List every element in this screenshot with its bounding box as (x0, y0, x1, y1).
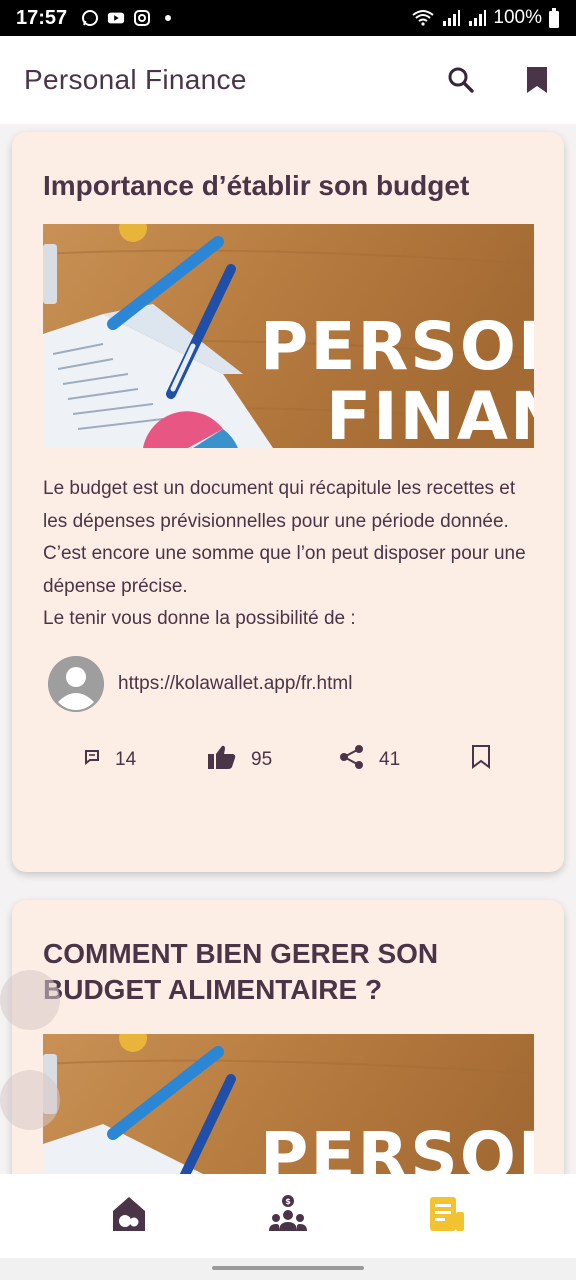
like-button[interactable]: 95 (207, 744, 339, 776)
comment-icon (83, 748, 101, 772)
status-left: 17:57 (16, 7, 177, 30)
status-time: 17:57 (16, 6, 68, 29)
nav-home[interactable] (107, 1194, 151, 1238)
image-text-line: PERSON (260, 1118, 534, 1175)
eye-icon (16, 988, 44, 1013)
status-right: 100% (411, 7, 560, 29)
bottom-navigation: $ (0, 1174, 576, 1258)
comments-count: 14 (115, 748, 137, 770)
app-title: Personal Finance (24, 64, 247, 95)
bookmark-icon[interactable] (522, 65, 552, 95)
avatar (48, 655, 104, 712)
likes-count: 95 (251, 748, 273, 770)
whatsapp-icon (81, 9, 99, 27)
source-url-link[interactable]: https://kolawallet.app/fr.html (118, 673, 352, 695)
home-icon (109, 1194, 149, 1239)
nav-community[interactable]: $ (266, 1194, 310, 1238)
article-image: PERSON (43, 1034, 534, 1174)
signal-icon (467, 9, 487, 27)
youtube-icon (107, 9, 125, 27)
wifi-icon (411, 9, 435, 27)
comments-button[interactable]: 14 (83, 748, 207, 772)
image-text-line: PERSON (260, 308, 534, 385)
svg-text:$: $ (285, 1197, 291, 1206)
dot-icon (159, 9, 177, 27)
article-title: Importance d’établir son budget (43, 170, 470, 201)
article-card[interactable]: Importance d’établir son budget PERSO FI… (12, 132, 564, 872)
status-bar: 17:57 100% (0, 0, 576, 36)
instagram-icon (133, 9, 151, 27)
bookmark-outline-icon (471, 744, 491, 775)
article-title: COMMENT BIEN GERER SON BUDGET ALIMENTAIR… (43, 938, 439, 1005)
excerpt-paragraph: Le budget est un document qui récapitule… (43, 478, 516, 532)
gesture-bar[interactable] (212, 1266, 364, 1270)
search-icon[interactable] (446, 65, 476, 95)
thumbs-up-icon (207, 744, 237, 776)
article-excerpt: Le budget est un document qui récapitule… (43, 473, 533, 636)
save-article-button[interactable] (471, 744, 491, 775)
article-card[interactable]: COMMENT BIEN GERER SON BUDGET ALIMENTAIR… (12, 900, 564, 1174)
article-actions: 14 95 41 (43, 744, 533, 776)
app-bar: Personal Finance (0, 36, 576, 124)
article-feed[interactable]: Importance d’établir son budget PERSO FI… (0, 124, 576, 1174)
community-icon: $ (267, 1194, 309, 1239)
share-button[interactable]: 41 (339, 744, 471, 776)
share-icon (339, 744, 365, 776)
image-text-block: PERSON FINAN (260, 308, 534, 449)
excerpt-paragraph: Le tenir vous donne la possibilité de : (43, 608, 356, 629)
shares-count: 41 (379, 748, 401, 770)
menu-float-button[interactable] (0, 1070, 60, 1130)
article-image: PERSON FINAN (43, 224, 534, 448)
battery-percentage: 100% (493, 7, 542, 28)
gesture-area (0, 1258, 576, 1280)
eye-float-button[interactable] (0, 970, 60, 1030)
nav-articles[interactable] (425, 1194, 469, 1238)
excerpt-paragraph: C’est encore une somme que l’on peut dis… (43, 543, 526, 597)
menu-icon (17, 1088, 43, 1113)
app-actions (446, 65, 552, 95)
articles-icon (427, 1194, 467, 1239)
battery-icon (548, 8, 560, 28)
image-text-line: FINAN (326, 378, 534, 449)
signal-icon (441, 9, 461, 27)
article-source[interactable]: https://kolawallet.app/fr.html (43, 655, 533, 712)
